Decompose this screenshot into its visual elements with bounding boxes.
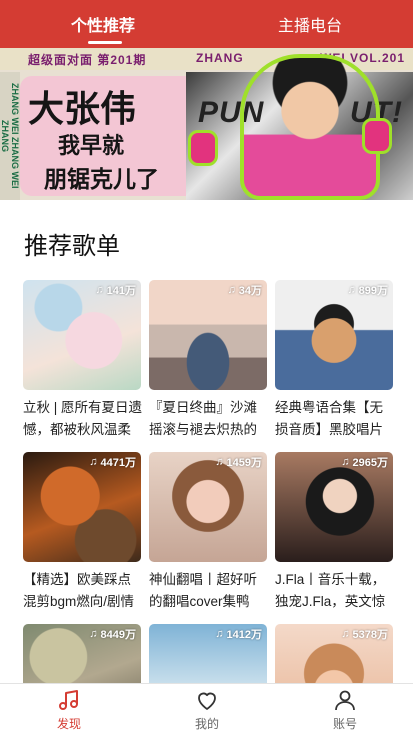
play-count-value: 4471万: [100, 457, 136, 469]
music-note-icon: ♫: [215, 456, 224, 468]
playlist-card[interactable]: ♫ 1459万 神仙翻唱丨超好听的翻唱cover集鸭: [149, 452, 267, 613]
play-count-value: 8449万: [100, 629, 136, 641]
music-note-icon: [59, 690, 78, 710]
music-note-icon: ♫: [95, 284, 104, 296]
music-note-icon: ♫: [215, 628, 224, 640]
banner-glove-left: [188, 130, 218, 166]
playlist-card[interactable]: ♫2965万 J.Fla丨音乐十载，独宠J.Fla，英文惊艳: [275, 452, 393, 613]
play-count-value: 2965万: [352, 457, 388, 469]
playlist-card[interactable]: ♫ 141万 立秋 | 愿所有夏日遗憾，都被秋风温柔: [23, 280, 143, 441]
nav-discover-label: 发现: [56, 717, 81, 731]
tab-radio-label: 主播电台: [277, 18, 342, 35]
music-note-icon: ♫: [347, 284, 356, 296]
nav-mine-label: 我的: [194, 717, 219, 731]
heart-icon: [198, 692, 216, 710]
playlist-cover: ♫ 141万: [23, 280, 141, 390]
playlist-title: J.Fla丨音乐十载，独宠J.Fla，英文惊艳: [275, 572, 386, 609]
user-icon: [335, 690, 355, 711]
playlist-card[interactable]: ♫ 899万 经典粤语合集【无损音质】黑胶唱片: [275, 280, 393, 441]
playlist-title: 『夏日终曲』沙滩摇滚与褪去炽热的余: [149, 400, 257, 437]
play-count: ♫ 899万: [347, 282, 388, 298]
music-note-icon: ♫: [89, 456, 98, 468]
music-note-icon: ♫: [341, 628, 350, 640]
playlist-card[interactable]: ♫34万 『夏日终曲』沙滩摇滚与褪去炽热的余: [149, 280, 267, 441]
banner-side-text: ZHANG WEI ZHANG WEI ZHANG: [0, 72, 20, 200]
tab-recommend-label: 个性推荐: [70, 18, 135, 35]
banner-subtitle-1: 我早就: [58, 133, 125, 158]
banner-subtitle-2: 朋锯克儿了: [44, 166, 159, 192]
play-count-value: 141万: [106, 285, 136, 297]
play-count: ♫ 8449万: [89, 626, 136, 642]
tab-active-indicator: [88, 41, 122, 44]
promo-banner[interactable]: 超级面对面 第201期 ZHANG WEI VOL.201 ZHANG WEI …: [0, 48, 413, 200]
music-note-icon: ♫: [227, 284, 236, 296]
nav-discover[interactable]: 发现: [0, 684, 138, 735]
playlist-title: 【精选】欧美踩点混剪bgm燃向/剧情: [23, 572, 135, 609]
nav-mine[interactable]: 我的: [138, 684, 276, 735]
nav-account-label: 账号: [332, 717, 357, 731]
bottom-nav: 发现 我的 账号: [0, 683, 413, 735]
banner-strip-mid: ZHANG: [196, 51, 244, 65]
playlist-card[interactable]: ♫ 4471万 【精选】欧美踩点混剪bgm燃向/剧情: [23, 452, 141, 613]
play-count-value: 1459万: [226, 457, 262, 469]
playlist-cover: ♫ 1459万: [149, 452, 267, 562]
play-count: ♫ 5378万: [341, 626, 388, 642]
banner-glove-right: [362, 118, 392, 154]
playlist-title: 神仙翻唱丨超好听的翻唱cover集鸭: [149, 572, 257, 609]
playlist-cover: ♫ 4471万: [23, 452, 141, 562]
tab-radio[interactable]: 主播电台: [207, 0, 413, 48]
playlist-cover: ♫ 34万: [149, 280, 267, 390]
play-count: ♫ 1412万: [215, 626, 262, 642]
playlist-cover: ♫ 2965万: [275, 452, 393, 562]
play-count-value: 899万: [358, 285, 388, 297]
playlist-title: 经典粤语合集【无损音质】黑胶唱片: [275, 400, 383, 437]
play-count: ♫ 2965万: [341, 454, 388, 470]
play-count: ♫ 34万: [228, 282, 263, 298]
play-count: ♫ 1459万: [215, 454, 262, 470]
top-tab-bar: 个性推荐 主播电台: [0, 0, 413, 48]
music-note-icon: ♫: [341, 456, 350, 468]
nav-account[interactable]: 账号: [276, 684, 413, 735]
banner-strip-left: 超级面对面 第201期: [28, 53, 147, 67]
banner-title: 大张伟: [28, 88, 137, 129]
banner-artist-photo: [240, 54, 380, 200]
play-count: ♫ 4471万: [89, 454, 136, 470]
music-note-icon: ♫: [89, 628, 98, 640]
play-count: ♫ 141万: [95, 282, 136, 298]
play-count-value: 5378万: [352, 629, 388, 641]
section-title: 推荐歌单: [24, 233, 120, 260]
play-count-value: 34万: [238, 285, 262, 297]
playlist-cover: ♫ 899万: [275, 280, 393, 390]
playlist-title: 立秋 | 愿所有夏日遗憾，都被秋风温柔: [23, 400, 143, 437]
play-count-value: 1412万: [226, 629, 262, 641]
